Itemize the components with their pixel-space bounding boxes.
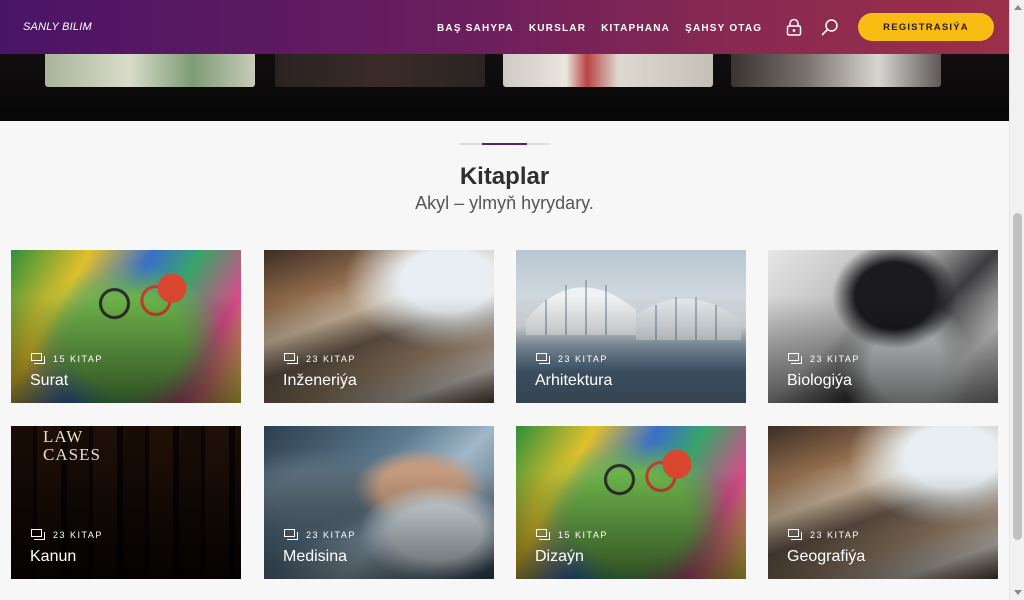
nav-menu: BAŞ SAHYPA KURSLAR KITAPHANA ŞAHSY OTAG	[437, 23, 777, 34]
register-button[interactable]: REGISTRASIÝA	[858, 13, 994, 41]
category-count: 23 KITAP	[558, 353, 608, 364]
nav-item-courses[interactable]: KURSLAR	[529, 23, 586, 34]
category-count: 23 KITAP	[810, 529, 860, 540]
category-card-arhitektura[interactable]: 23 KITAP Arhitektura	[516, 250, 746, 403]
nav-item-profile[interactable]: ŞAHSY OTAG	[685, 23, 762, 34]
category-count: 23 KITAP	[306, 353, 356, 364]
category-name: Kanun	[30, 548, 77, 565]
category-count: 15 KITAP	[558, 529, 608, 540]
search-icon[interactable]	[821, 18, 839, 36]
hero-image	[275, 54, 485, 87]
books-icon	[31, 353, 45, 364]
category-name: Arhitektura	[535, 372, 613, 389]
law-book-spine-text: LAW CASES	[43, 427, 101, 464]
scroll-up-arrow-icon[interactable]	[1014, 5, 1022, 10]
books-icon	[788, 353, 802, 364]
category-count: 23 KITAP	[306, 529, 356, 540]
category-card-inzheneriya[interactable]: 23 KITAP Inženeriýa	[264, 250, 494, 403]
books-icon	[284, 353, 298, 364]
category-name: Surat	[30, 372, 69, 389]
category-card-biologiya[interactable]: 23 KITAP Biologiýa	[768, 250, 998, 403]
section-title: Kitaplar	[459, 163, 550, 190]
category-name: Dizaýn	[535, 548, 584, 565]
category-name: Geografiýa	[787, 548, 866, 565]
section-subtitle: Akyl – ylmyň hyrydary.	[415, 193, 594, 213]
books-icon	[536, 529, 550, 540]
books-icon	[788, 529, 802, 540]
category-name: Medisina	[283, 548, 348, 565]
category-count: 23 KITAP	[810, 353, 860, 364]
scroll-down-arrow-icon[interactable]	[1014, 590, 1022, 595]
category-card-surat[interactable]: 15 KITAP Surat	[11, 250, 241, 403]
hero-image	[731, 54, 941, 87]
category-name: Biologiýa	[787, 372, 852, 389]
books-icon	[31, 529, 45, 540]
books-icon	[536, 353, 550, 364]
brand-logo[interactable]: SANLY BILIM	[23, 21, 92, 33]
section-divider-accent	[482, 143, 527, 145]
top-navbar: SANLY BILIM BAŞ SAHYPA KURSLAR KITAPHANA…	[0, 0, 1009, 54]
hero-image	[503, 54, 713, 87]
books-icon	[284, 529, 298, 540]
category-card-kanun[interactable]: LAW CASES 23 KITAP Kanun	[11, 426, 241, 579]
category-name: Inženeriýa	[283, 372, 357, 389]
category-count: 23 KITAP	[53, 529, 103, 540]
scrollbar-thumb[interactable]	[1013, 213, 1022, 540]
lock-icon[interactable]	[785, 18, 803, 36]
category-card-dizayn[interactable]: 15 KITAP Dizaýn	[516, 426, 746, 579]
category-card-medisina[interactable]: 23 KITAP Medisina	[264, 426, 494, 579]
category-card-geografiya[interactable]: 23 KITAP Geografiýa	[768, 426, 998, 579]
page-scrollbar[interactable]	[1009, 0, 1024, 600]
hero-image	[45, 54, 255, 87]
nav-item-library[interactable]: KITAPHANA	[601, 23, 670, 34]
nav-item-home[interactable]: BAŞ SAHYPA	[437, 23, 514, 34]
category-count: 15 KITAP	[53, 353, 103, 364]
